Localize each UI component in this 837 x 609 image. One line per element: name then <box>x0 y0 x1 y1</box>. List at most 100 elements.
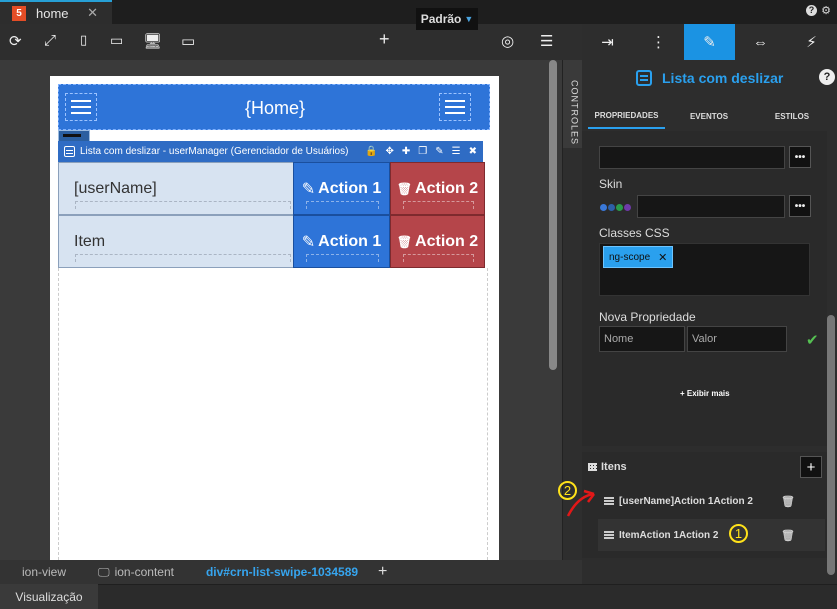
resize-icon[interactable]: ⇔ <box>735 24 786 60</box>
component-toolbar[interactable]: Lista com deslizar - userManager (Gerenc… <box>58 141 483 162</box>
refresh-icon[interactable]: ⟳ <box>9 32 22 50</box>
close-icon[interactable]: ✕ <box>658 251 667 264</box>
database-icon[interactable]: ☰ <box>540 32 553 50</box>
tab-visualizacao[interactable]: Visualização <box>0 584 98 609</box>
breadcrumb-item[interactable]: 🖵 ion-content <box>76 560 184 584</box>
login-icon[interactable]: ⇥ <box>582 24 633 60</box>
list-icon <box>604 497 614 505</box>
list-item[interactable]: Item ✎ Action 1 🗑 Action 2 <box>58 215 485 268</box>
list-icon <box>64 146 75 157</box>
copy-icon[interactable]: ❐ <box>418 146 427 157</box>
action2-button[interactable]: 🗑 Action 2 <box>390 162 485 215</box>
check-icon[interactable]: ✔ <box>806 331 819 349</box>
gear-icon[interactable]: ⚙ <box>821 4 831 17</box>
property-value-input[interactable]: Valor <box>687 326 787 352</box>
canvas-scrollbar[interactable] <box>549 60 557 370</box>
menu-right-icon[interactable] <box>439 93 471 121</box>
bottom-bar <box>0 584 837 609</box>
help-icon[interactable]: ? <box>806 5 817 16</box>
device-select-label: Padrão <box>420 12 462 26</box>
help-icon[interactable]: ? <box>819 69 835 85</box>
pencil-icon: ✎ <box>301 180 316 198</box>
list-item-label: [userName]Action 1Action 2 <box>619 495 753 507</box>
tab-propriedades[interactable]: PROPRIEDADES <box>588 103 665 129</box>
skin-swatch <box>608 204 615 211</box>
list-item[interactable]: ItemAction 1Action 2 🗑 <box>598 519 825 551</box>
breadcrumb-item-active[interactable]: div#crn-list-swipe-1034589 <box>184 560 368 584</box>
tab-estilos[interactable]: ESTILOS <box>765 103 819 129</box>
fullscreen-icon[interactable]: ⤢ <box>44 32 56 49</box>
close-icon[interactable]: ✕ <box>87 5 98 21</box>
add-icon[interactable]: + <box>368 563 387 581</box>
skin-label: Skin <box>599 177 623 191</box>
breadcrumb-item[interactable]: ion-view <box>0 560 76 584</box>
list-item[interactable]: [userName] ✎ Action 1 🗑 Action 2 <box>58 162 485 215</box>
caret-down-icon: ▼ <box>464 14 474 24</box>
plug-icon[interactable]: ⚡ <box>786 24 837 60</box>
list-container-outline <box>58 268 488 560</box>
list-item-text[interactable]: [userName] <box>58 162 294 215</box>
css-class-chip[interactable]: ng-scope ✕ <box>603 246 674 268</box>
phone-icon[interactable]: ▯ <box>80 32 87 48</box>
action1-button[interactable]: ✎ Action 1 <box>293 162 390 215</box>
add-icon[interactable]: ✚ <box>402 146 410 157</box>
property-name-input[interactable]: Nome <box>599 326 685 352</box>
trash-icon[interactable]: 🗑 <box>781 529 795 542</box>
skin-more-button[interactable]: ••• <box>789 195 811 217</box>
items-title-label: Itens <box>601 461 627 473</box>
new-property-label: Nova Propriedade <box>599 310 696 324</box>
css-class-chip-label: ng-scope <box>609 251 651 263</box>
list-item-label: Item <box>74 233 106 250</box>
action1-button[interactable]: ✎ Action 1 <box>293 215 390 268</box>
more-options-button[interactable]: ••• <box>789 146 811 168</box>
close-icon[interactable]: ✖ <box>469 146 477 157</box>
tablet-icon[interactable]: ▭ <box>110 32 123 49</box>
component-toolbar-label: Lista com deslizar - userManager (Gerenc… <box>80 146 349 157</box>
device-select[interactable]: Padrão ▼ <box>416 8 478 30</box>
trash-icon: 🗑 <box>396 181 413 196</box>
app-header[interactable]: {Home} <box>58 84 490 130</box>
list-icon <box>604 531 614 539</box>
skin-swatch <box>616 204 623 211</box>
action2-label: Action 2 <box>415 232 479 250</box>
grid-icon <box>588 463 597 471</box>
property-field[interactable] <box>599 146 785 169</box>
skin-swatch <box>624 204 631 211</box>
list-item-label: [userName] <box>74 180 157 197</box>
red-arrow-annotation <box>566 489 595 517</box>
controls-tab-label[interactable]: CONTROLES <box>563 80 582 145</box>
list-icon <box>636 70 652 86</box>
action1-label: Action 1 <box>318 232 382 250</box>
add-item-button[interactable]: + <box>800 456 822 478</box>
header-title: {Home} <box>244 97 306 118</box>
tab-eventos[interactable]: EVENTOS <box>680 103 738 129</box>
editor-toolbar: ⟳ ⤢ ▯ ▭ 🖥 ▭ + ◎ ☰ <box>0 24 582 60</box>
tree-icon[interactable]: ⋮ <box>633 24 684 60</box>
add-icon[interactable]: + <box>379 29 390 50</box>
trash-icon[interactable]: 🗑 <box>781 495 795 508</box>
breadcrumb-item-label: ion-content <box>114 565 174 579</box>
panel-tabs: ⇥ ⋮ ✎ ⇔ ⚡ <box>582 24 837 60</box>
panel-scrollbar[interactable] <box>827 315 835 575</box>
skin-field[interactable] <box>637 195 785 218</box>
lock-icon[interactable]: 🔒 <box>365 146 377 157</box>
wand-icon[interactable]: ✎ <box>435 146 443 157</box>
action2-button[interactable]: 🗑 Action 2 <box>390 215 485 268</box>
eye-slash-icon[interactable]: ◎ <box>501 32 514 50</box>
pencil-icon: ✎ <box>301 233 316 251</box>
show-more-link[interactable]: + Exibir mais <box>680 389 730 398</box>
action2-label: Action 2 <box>415 179 479 197</box>
desktop-icon[interactable]: 🖥 <box>143 32 162 50</box>
component-title-label: Lista com deslizar <box>662 70 784 86</box>
list-item[interactable]: [userName]Action 1Action 2 🗑 <box>598 485 825 517</box>
trash-icon: 🗑 <box>396 234 413 249</box>
list-item-text[interactable]: Item <box>58 215 294 268</box>
expand-icon[interactable]: ✥ <box>386 146 394 157</box>
monitor-icon[interactable]: ▭ <box>181 32 195 50</box>
file-tab-home[interactable]: 5 home ✕ <box>0 0 112 24</box>
list-item-label: ItemAction 1Action 2 <box>619 529 719 541</box>
database-icon[interactable]: ☰ <box>452 146 461 157</box>
html5-icon: 5 <box>12 5 26 21</box>
component-title: Lista com deslizar <box>636 70 783 86</box>
pencil-icon[interactable]: ✎ <box>684 24 735 60</box>
